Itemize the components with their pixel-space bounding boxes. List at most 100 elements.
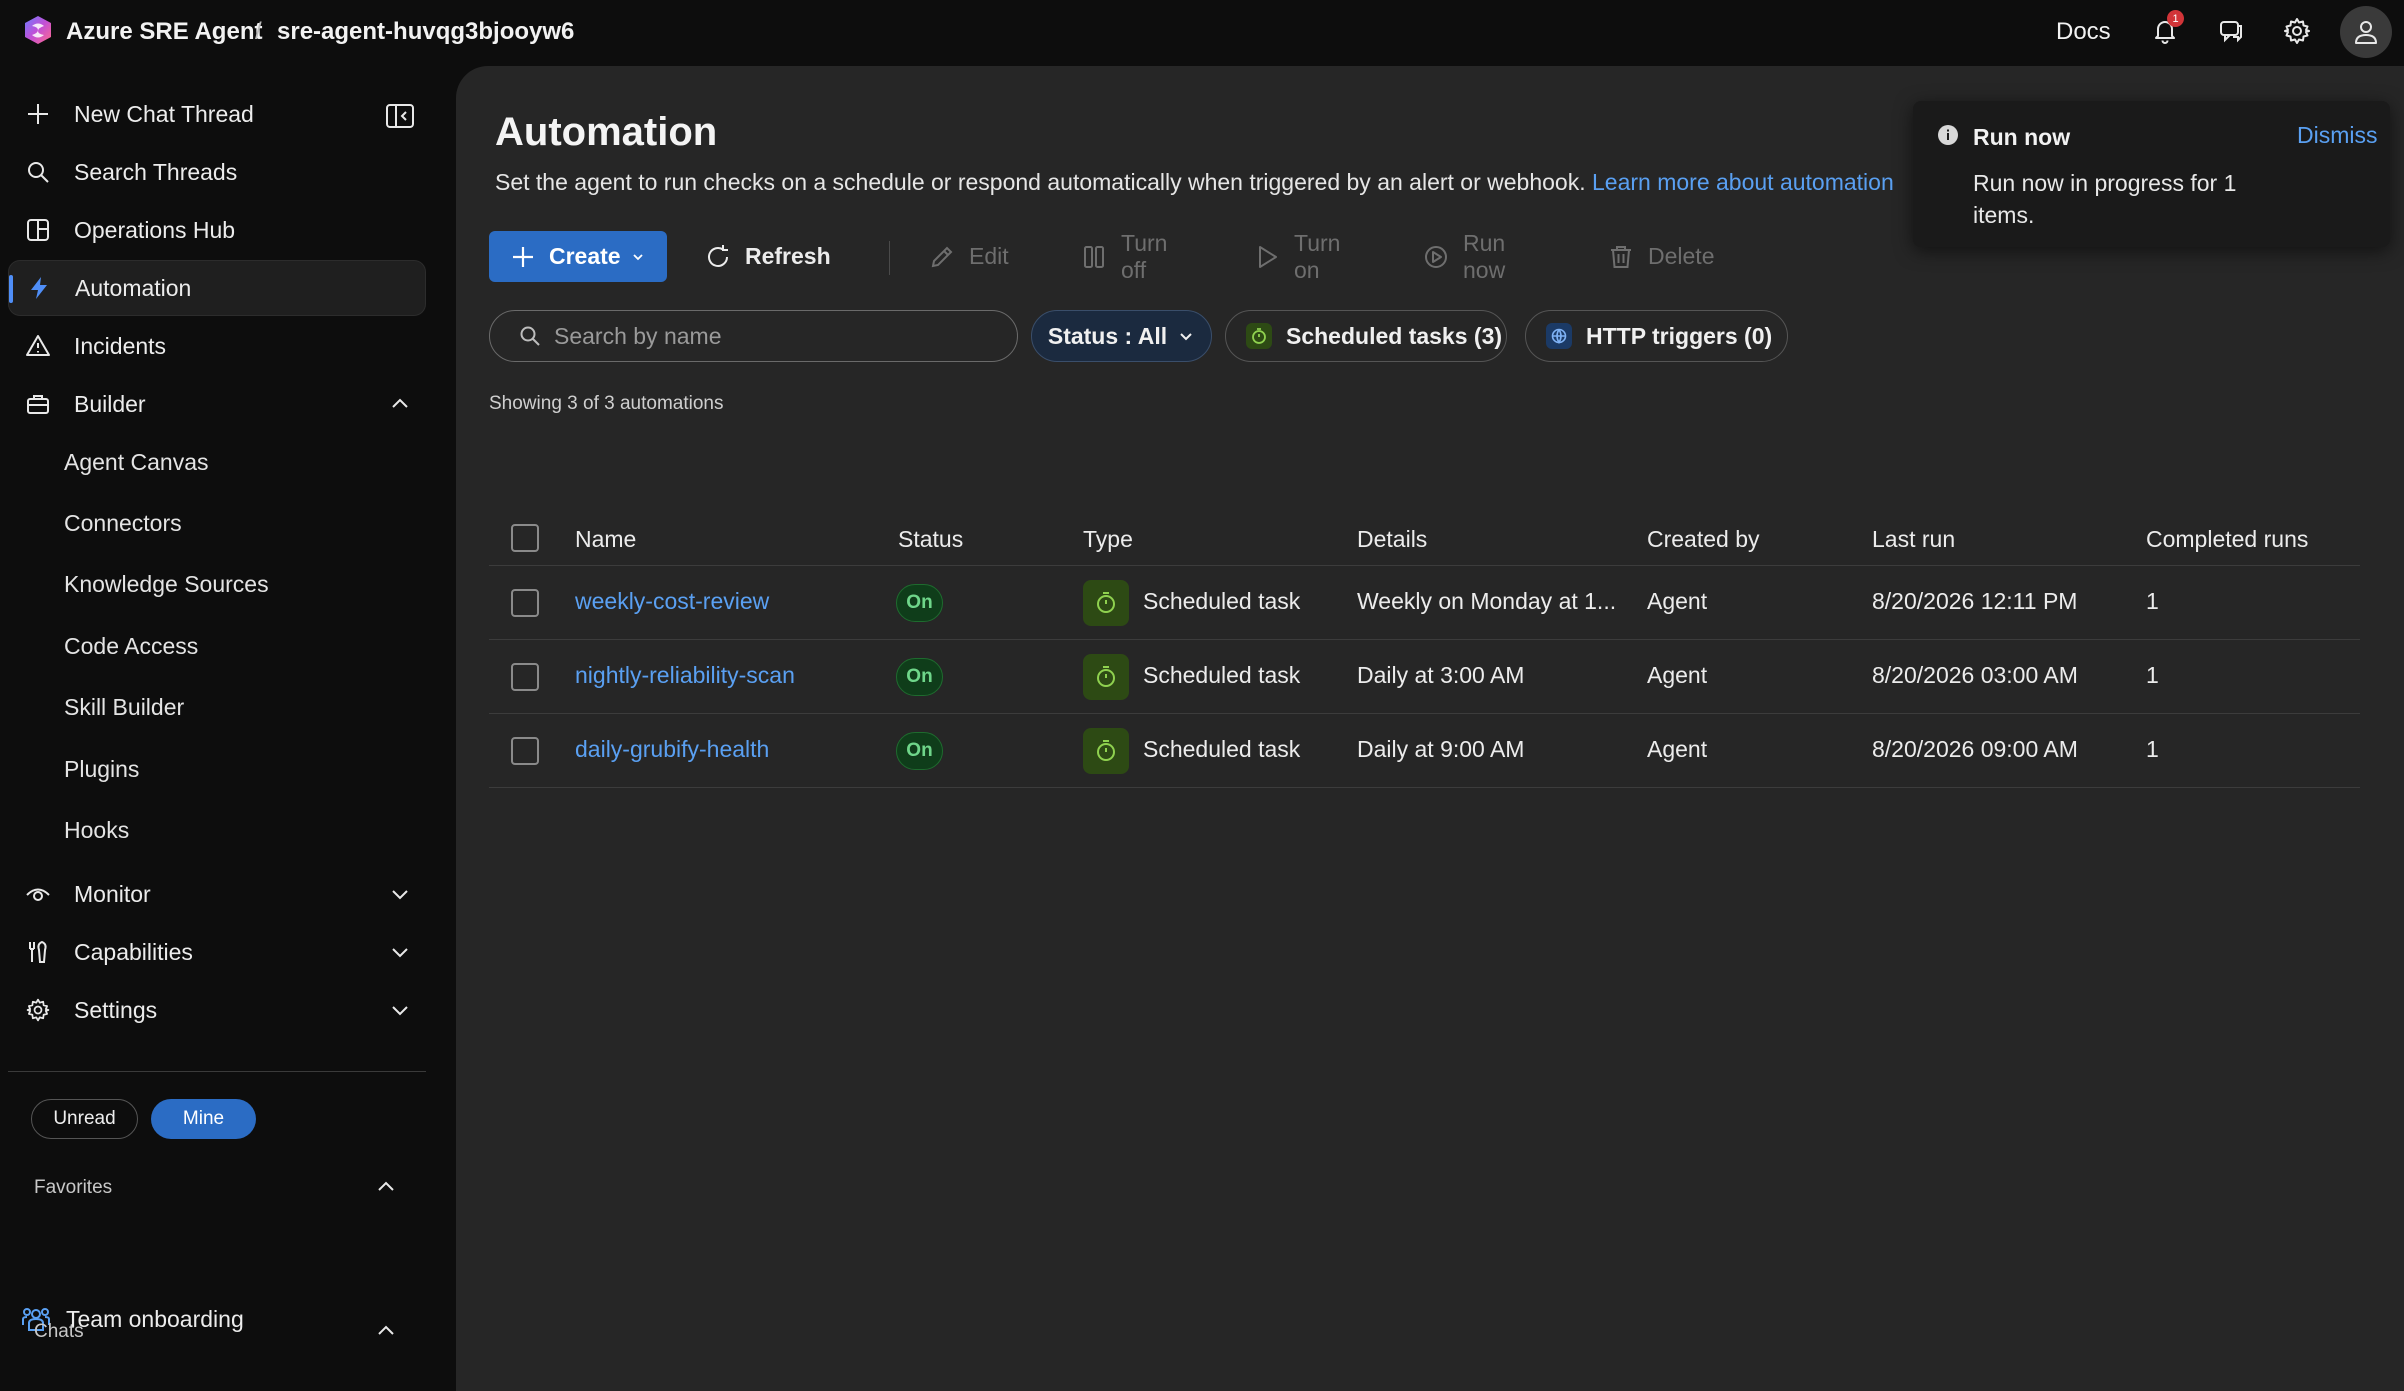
timer-icon bbox=[1083, 654, 1129, 700]
table-row[interactable]: daily-grubify-health On Scheduled task D… bbox=[489, 714, 2360, 788]
type-cell: Scheduled task bbox=[1143, 588, 1301, 614]
search-input[interactable] bbox=[554, 322, 974, 350]
sidebar-item-builder[interactable]: Builder bbox=[8, 376, 426, 432]
toolbox-icon bbox=[23, 389, 53, 419]
delete-button[interactable]: Delete bbox=[1607, 231, 1714, 282]
type-cell: Scheduled task bbox=[1143, 662, 1301, 688]
main-panel: Automation Set the agent to run checks o… bbox=[456, 66, 2404, 1391]
filter-mine-button[interactable]: Mine bbox=[151, 1099, 256, 1139]
sidebar-item-knowledge-sources[interactable]: Knowledge Sources bbox=[64, 571, 269, 598]
chats-collapse-button[interactable] bbox=[372, 1317, 400, 1345]
chevron-down-icon bbox=[386, 938, 414, 966]
chevron-up-icon bbox=[378, 1325, 394, 1335]
gear-icon bbox=[23, 995, 53, 1025]
sidebar-item-settings[interactable]: Settings bbox=[8, 982, 426, 1038]
sidebar-item-connectors[interactable]: Connectors bbox=[64, 510, 182, 537]
sidebar-item-capabilities[interactable]: Capabilities bbox=[8, 924, 426, 980]
feedback-button[interactable] bbox=[2214, 14, 2248, 48]
nav-label: Capabilities bbox=[74, 938, 193, 965]
nav-label: Operations Hub bbox=[74, 216, 236, 243]
sidebar-item-operations-hub[interactable]: Operations Hub bbox=[8, 202, 426, 258]
row-checkbox[interactable] bbox=[511, 737, 539, 765]
turn-on-button[interactable]: Turn on bbox=[1253, 230, 1340, 283]
page-title: Automation bbox=[495, 110, 718, 154]
sidebar-item-plugins[interactable]: Plugins bbox=[64, 756, 139, 783]
column-header-status[interactable]: Status bbox=[898, 526, 963, 553]
column-header-name[interactable]: Name bbox=[575, 526, 636, 553]
row-checkbox[interactable] bbox=[511, 589, 539, 617]
delete-label: Delete bbox=[1648, 243, 1715, 269]
nav-label: Monitor bbox=[74, 880, 151, 907]
details-cell: Weekly on Monday at 1... bbox=[1357, 588, 1617, 614]
toolbar-divider bbox=[889, 241, 890, 275]
table-row[interactable]: nightly-reliability-scan On Scheduled ta… bbox=[489, 640, 2360, 714]
tools-icon bbox=[23, 937, 53, 967]
sidebar-item-incidents[interactable]: Incidents bbox=[8, 318, 426, 374]
created-by-cell: Agent bbox=[1647, 662, 1708, 688]
app-name[interactable]: Azure SRE Agent bbox=[66, 18, 262, 46]
automation-name-link[interactable]: nightly-reliability-scan bbox=[575, 662, 795, 689]
docs-link[interactable]: Docs bbox=[2056, 18, 2111, 46]
new-chat-thread-button[interactable]: New Chat Thread bbox=[8, 86, 426, 142]
refresh-label: Refresh bbox=[745, 243, 831, 269]
column-header-type[interactable]: Type bbox=[1083, 526, 1133, 553]
table-header: Name Status Type Details Created by Last… bbox=[489, 502, 2360, 566]
create-button[interactable]: Create bbox=[489, 231, 667, 282]
sidebar: New Chat Thread Search Threads Operation… bbox=[0, 66, 440, 1391]
column-header-completed-runs[interactable]: Completed runs bbox=[2146, 526, 2308, 553]
notifications-button[interactable]: 1 bbox=[2148, 10, 2184, 48]
last-run-cell: 8/20/2026 09:00 AM bbox=[1872, 736, 2078, 762]
sidebar-item-hooks[interactable]: Hooks bbox=[64, 817, 129, 844]
scheduled-tasks-filter[interactable]: Scheduled tasks (3) bbox=[1225, 310, 1507, 362]
settings-button[interactable] bbox=[2280, 14, 2314, 48]
automations-table: Name Status Type Details Created by Last… bbox=[489, 502, 2360, 788]
status-badge: On bbox=[896, 658, 943, 696]
azure-sre-logo-icon[interactable] bbox=[22, 14, 54, 46]
sidebar-item-skill-builder[interactable]: Skill Builder bbox=[64, 694, 184, 721]
nav-label: New Chat Thread bbox=[74, 100, 254, 127]
person-icon bbox=[2351, 17, 2381, 47]
column-header-last-run[interactable]: Last run bbox=[1872, 526, 1955, 553]
user-avatar-button[interactable] bbox=[2340, 6, 2392, 58]
http-triggers-filter[interactable]: HTTP triggers (0) bbox=[1525, 310, 1788, 362]
sidebar-item-automation[interactable]: Automation bbox=[8, 260, 426, 316]
edit-button[interactable]: Edit bbox=[928, 231, 1009, 282]
favorites-collapse-button[interactable] bbox=[372, 1173, 400, 1201]
lightning-icon bbox=[24, 273, 54, 303]
select-all-checkbox[interactable] bbox=[511, 524, 539, 552]
search-icon bbox=[518, 324, 542, 348]
run-now-button[interactable]: Run now bbox=[1422, 230, 1505, 283]
type-cell: Scheduled task bbox=[1143, 736, 1301, 762]
sidebar-item-search-threads[interactable]: Search Threads bbox=[8, 144, 426, 200]
table-row[interactable]: weekly-cost-review On Scheduled task Wee… bbox=[489, 566, 2360, 640]
created-by-cell: Agent bbox=[1647, 588, 1708, 614]
sidebar-divider bbox=[8, 1071, 426, 1072]
learn-more-link[interactable]: Learn more about automation bbox=[1592, 169, 1894, 195]
toast-dismiss-button[interactable]: Dismiss bbox=[2297, 122, 2378, 149]
description-text: Set the agent to run checks on a schedul… bbox=[495, 169, 1586, 195]
agent-name[interactable]: sre-agent-huvqg3bjooyw6 bbox=[277, 18, 574, 46]
plus-icon bbox=[511, 245, 535, 269]
toast-title: Run now bbox=[1973, 124, 2071, 150]
edit-label: Edit bbox=[969, 243, 1009, 269]
turn-off-button[interactable]: Turn off bbox=[1080, 230, 1167, 283]
filter-unread-button[interactable]: Unread bbox=[31, 1099, 138, 1139]
nav-label: Automation bbox=[75, 274, 192, 301]
column-header-details[interactable]: Details bbox=[1357, 526, 1427, 553]
automation-name-link[interactable]: weekly-cost-review bbox=[575, 588, 769, 615]
http-triggers-label: HTTP triggers (0) bbox=[1586, 322, 1773, 349]
row-checkbox[interactable] bbox=[511, 663, 539, 691]
column-header-created-by[interactable]: Created by bbox=[1647, 526, 1760, 553]
collapse-sidebar-button[interactable] bbox=[384, 100, 416, 132]
search-box[interactable] bbox=[489, 310, 1018, 362]
sidebar-item-monitor[interactable]: Monitor bbox=[8, 866, 426, 922]
refresh-button[interactable]: Refresh bbox=[704, 231, 831, 282]
favorites-heading: Favorites bbox=[34, 1177, 113, 1198]
sidebar-item-agent-canvas[interactable]: Agent Canvas bbox=[64, 449, 208, 476]
eye-icon bbox=[23, 879, 53, 909]
automation-name-link[interactable]: daily-grubify-health bbox=[575, 736, 769, 763]
status-filter-dropdown[interactable]: Status : All bbox=[1031, 310, 1212, 362]
nav-label: Settings bbox=[74, 996, 158, 1023]
sidebar-item-code-access[interactable]: Code Access bbox=[64, 633, 198, 660]
timer-icon bbox=[1083, 728, 1129, 774]
